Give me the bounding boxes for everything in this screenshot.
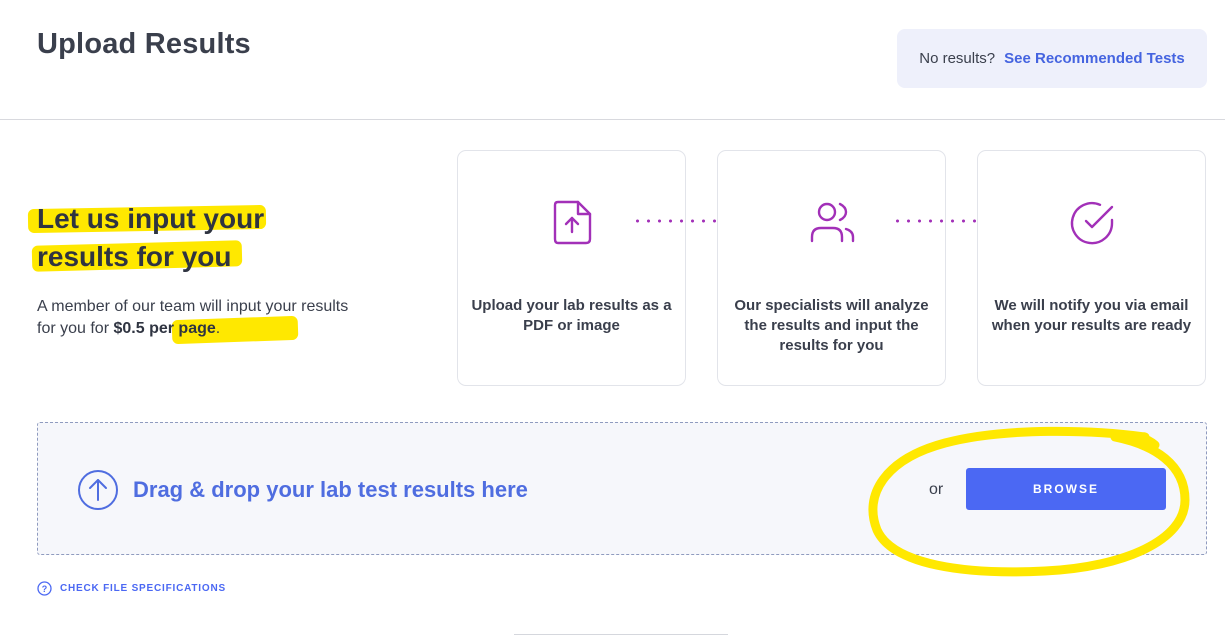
file-upload-icon [553,200,591,245]
upload-results-page: Upload Results No results? See Recommend… [0,0,1225,636]
check-circle-icon [1070,201,1113,245]
bottom-divider [514,634,728,635]
spec-link-label: CHECK FILE SPECIFICATIONS [60,583,226,594]
upload-arrow-icon [78,470,118,510]
no-results-text: No results? [919,50,996,67]
intro-heading-line: results for you [37,241,232,272]
step-card-upload: Upload your lab results as a PDF or imag… [457,150,686,386]
help-icon: ? [37,581,52,596]
step-card-notify: We will notify you via email when your r… [977,150,1206,386]
header-divider [0,119,1225,120]
page-title: Upload Results [37,28,251,60]
svg-text:?: ? [42,584,48,594]
intro-heading: Let us input your results for you [37,200,337,276]
check-file-specifications-link[interactable]: ? CHECK FILE SPECIFICATIONS [37,581,226,596]
no-results-banner: No results? See Recommended Tests [897,29,1207,88]
step-label: Upload your lab results as a PDF or imag… [471,297,672,334]
price-text: $0.5 per page [113,320,216,337]
step-card-specialists: Our specialists will analyze the results… [717,150,946,386]
intro-heading-line: Let us input your [37,203,265,234]
annotation-circle [868,426,1190,577]
step-label: Our specialists will analyze the results… [734,297,929,354]
intro-text-end: . [215,320,221,337]
step-label: We will notify you via email when your r… [991,297,1192,334]
intro-description: A member of our team will input your res… [37,296,357,340]
see-recommended-tests-link[interactable]: See Recommended Tests [1004,50,1185,67]
dropzone-text: Drag & drop your lab test results here [133,477,528,502]
users-icon [810,202,854,243]
